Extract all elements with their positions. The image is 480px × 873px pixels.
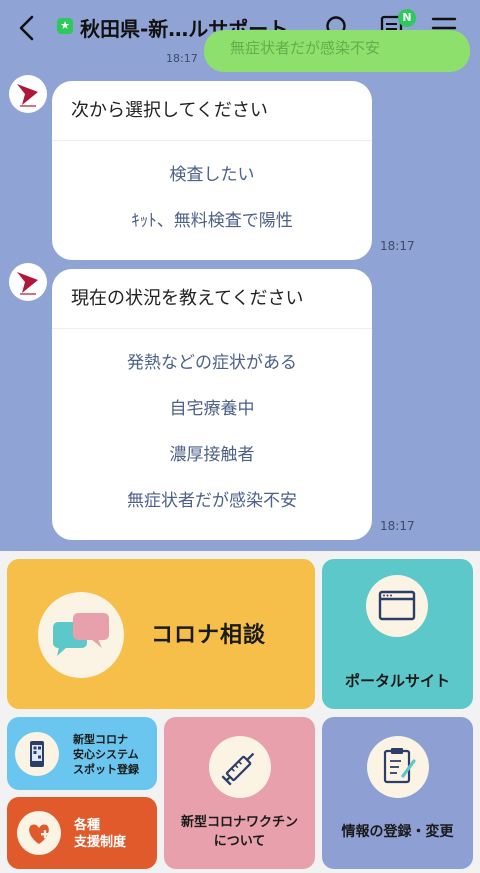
new-badge: N: [398, 9, 416, 27]
akita-logo-icon: [17, 272, 38, 295]
back-arrow-icon[interactable]: [14, 14, 42, 42]
sent-message-bubble: 無症状者だが感染不安: [204, 30, 470, 72]
register-info-label: 情報の登録・変更: [341, 824, 454, 840]
option-home-recovery[interactable]: 自宅療養中: [52, 386, 372, 432]
card-title: 次から選択してください: [52, 81, 372, 141]
corona-consult-button[interactable]: コロナ相談: [7, 559, 315, 709]
option-close-contact[interactable]: 濃厚接触者: [52, 432, 372, 478]
option-asymptomatic-anxious[interactable]: 無症状者だが感染不安: [52, 478, 372, 524]
option-want-test[interactable]: 検査したい: [52, 152, 372, 198]
portal-site-button[interactable]: ポータルサイト: [322, 559, 473, 709]
browser-window-icon: [366, 575, 428, 637]
heart-plus-icon: [17, 811, 61, 855]
official-account-badge: ★: [57, 18, 73, 34]
register-info-button[interactable]: 情報の登録・変更: [322, 717, 473, 869]
bot-avatar[interactable]: [9, 75, 47, 113]
message-timestamp: 18:17: [380, 519, 415, 533]
option-fever-symptoms[interactable]: 発熱などの症状がある: [52, 340, 372, 386]
option-kit-positive[interactable]: ｷｯﾄ、無料検査で陽性: [52, 198, 372, 244]
portal-site-label: ポータルサイト: [344, 672, 450, 690]
support-programs-label: 各種 支援制度: [74, 818, 127, 850]
chat-bubbles-icon: [38, 592, 124, 678]
message-card-select: 次から選択してください 検査したい ｷｯﾄ、無料検査で陽性: [52, 81, 372, 260]
anshin-system-label: 新型コロナ 安心システム スポット登録: [73, 733, 139, 776]
sent-message-text: 無症状者だが感染不安: [230, 39, 381, 57]
akita-logo-icon: [17, 84, 38, 107]
anshin-system-button[interactable]: 新型コロナ 安心システム スポット登録: [7, 717, 157, 790]
corona-consult-label: コロナ相談: [151, 623, 267, 648]
card-title: 現在の状況を教えてください: [52, 269, 372, 329]
bot-avatar[interactable]: [9, 263, 47, 301]
syringe-icon: [209, 736, 271, 798]
message-timestamp: 18:17: [380, 239, 415, 253]
phone-qr-icon: [15, 732, 59, 776]
message-card-status: 現在の状況を教えてください 発熱などの症状がある 自宅療養中 濃厚接触者 無症状…: [52, 269, 372, 540]
message-timestamp: 18:17: [166, 52, 198, 65]
support-programs-button[interactable]: 各種 支援制度: [7, 797, 157, 869]
vaccine-info-label: 新型コロナワクチン について: [180, 815, 298, 849]
vaccine-info-button[interactable]: 新型コロナワクチン について: [164, 717, 315, 869]
rich-menu: コロナ相談 ポータルサイト 新型コロナ 安心システム スポット登録 各種 支援制…: [0, 551, 480, 873]
clipboard-edit-icon: [367, 736, 429, 798]
